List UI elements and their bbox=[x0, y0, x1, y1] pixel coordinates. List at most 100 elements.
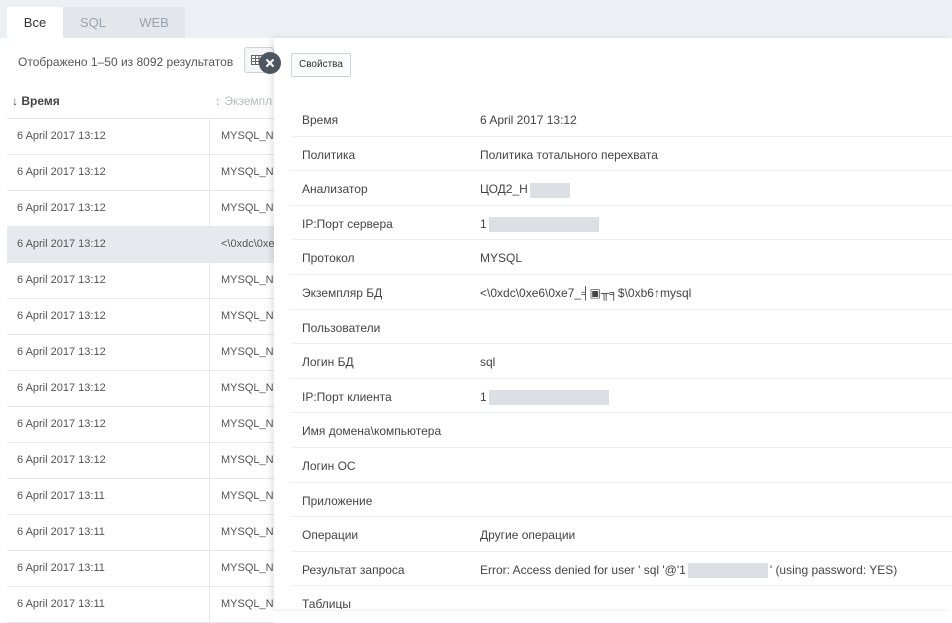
column-divider bbox=[209, 443, 210, 478]
table-row[interactable]: 6 April 2017 13:11 MYSQL_N bbox=[7, 479, 274, 515]
column-divider bbox=[209, 335, 210, 370]
property-value-text: Другие операции bbox=[480, 528, 576, 543]
property-value: 6 April 2017 13:12 bbox=[480, 113, 577, 127]
property-value: sql bbox=[480, 355, 495, 369]
property-key: Экземпляр БД bbox=[302, 285, 383, 300]
tab-sql[interactable]: SQL bbox=[63, 7, 123, 38]
column-header-time-label: Время bbox=[21, 94, 60, 108]
row-time: 6 April 2017 13:12 bbox=[17, 238, 106, 250]
close-icon bbox=[266, 59, 274, 67]
column-divider bbox=[209, 155, 210, 190]
column-divider bbox=[209, 299, 210, 334]
row-instance: MYSQL_N bbox=[221, 130, 274, 142]
sort-down-arrow-icon: ↓ bbox=[12, 94, 18, 108]
column-divider bbox=[209, 479, 210, 514]
redacted-block bbox=[687, 563, 768, 579]
row-time: 6 April 2017 13:12 bbox=[17, 166, 106, 178]
row-time: 6 April 2017 13:12 bbox=[17, 310, 106, 322]
property-row: Операции Другие операции bbox=[291, 517, 952, 552]
property-value: Error: Access denied for user ' sql '@'1… bbox=[480, 562, 897, 579]
property-row: Приложение bbox=[291, 483, 952, 518]
property-row: Имя домена\компьютера bbox=[291, 413, 952, 448]
column-divider bbox=[209, 191, 210, 226]
property-value-text: MYSQL bbox=[480, 251, 523, 266]
tab-web[interactable]: WEB bbox=[123, 7, 185, 38]
property-key: Операции bbox=[302, 528, 359, 543]
table-row[interactable]: 6 April 2017 13:12 MYSQL_N bbox=[7, 263, 274, 299]
column-divider bbox=[209, 227, 210, 262]
row-instance: MYSQL_N bbox=[221, 562, 274, 574]
column-header-instance-label: Экземпл bbox=[224, 94, 273, 108]
property-row: Время 6 April 2017 13:12 bbox=[291, 102, 952, 137]
table-row[interactable]: 6 April 2017 13:12 MYSQL_N bbox=[7, 443, 274, 479]
sort-icon: ↕ bbox=[215, 94, 221, 108]
row-time: 6 April 2017 13:11 bbox=[17, 526, 105, 538]
column-divider bbox=[209, 263, 210, 298]
property-row: Протокол MYSQL bbox=[291, 240, 952, 275]
column-header-instance[interactable]: ↕ Экземпл bbox=[215, 94, 275, 108]
property-key: IP:Порт клиента bbox=[302, 389, 392, 404]
property-key: Логин ОС bbox=[302, 458, 356, 473]
column-divider bbox=[209, 551, 210, 586]
properties-panel: Свойства Время 6 April 2017 13:12 Политика… bbox=[274, 38, 952, 609]
row-time: 6 April 2017 13:12 bbox=[17, 130, 106, 142]
property-value: 1 bbox=[480, 216, 601, 233]
property-row: Политика Политика тотального перехвата bbox=[291, 137, 952, 172]
row-instance: MYSQL_N bbox=[221, 346, 274, 358]
property-value-text: <\0xdc\0xe6\0xe7_╡▣╥╕$\0xb6↑mysql bbox=[480, 285, 692, 300]
property-value-text: Error: Access denied for user ' sql '@'1 bbox=[480, 562, 686, 577]
property-key: IP:Порт сервера bbox=[302, 216, 393, 231]
row-time: 6 April 2017 13:12 bbox=[17, 454, 106, 466]
table-row[interactable]: 6 April 2017 13:12 MYSQL_N bbox=[7, 407, 274, 443]
column-divider bbox=[209, 371, 210, 406]
list-header: ↓ Время ↕ Экземпл bbox=[7, 83, 274, 119]
property-key: Пользователи bbox=[302, 320, 381, 335]
property-row: Таблицы bbox=[291, 586, 952, 609]
redacted-block bbox=[488, 217, 599, 233]
property-value: Другие операции bbox=[480, 528, 575, 542]
tab-all[interactable]: Все bbox=[7, 7, 63, 38]
property-value-text: sql bbox=[480, 355, 496, 370]
property-row: Анализатор ЦОД2_Н bbox=[291, 171, 952, 206]
property-row: Результат запроса Error: Access denied fo… bbox=[291, 552, 952, 587]
properties-list: Время 6 April 2017 13:12 Политика Политика … bbox=[291, 102, 952, 609]
table-row[interactable]: 6 April 2017 13:11 MYSQL_N bbox=[7, 587, 274, 623]
property-row: Логин ОС bbox=[291, 448, 952, 483]
row-instance: MYSQL_N bbox=[221, 598, 274, 610]
table-row[interactable]: 6 April 2017 13:12 MYSQL_N bbox=[7, 155, 274, 191]
property-row: IP:Порт сервера 1 bbox=[291, 206, 952, 241]
property-row: IP:Порт клиента 1 bbox=[291, 379, 952, 414]
column-header-time[interactable]: ↓ Время bbox=[12, 94, 60, 108]
property-key: Время bbox=[302, 113, 339, 127]
results-count: Отображено 1–50 из 8092 результатов bbox=[18, 55, 234, 69]
property-value-text: Политика тотального перехвата bbox=[480, 147, 658, 162]
row-time: 6 April 2017 13:12 bbox=[17, 382, 106, 394]
property-key: Протокол bbox=[302, 251, 355, 266]
tab-bar: Все SQL WEB bbox=[0, 0, 952, 38]
property-value-text: 1 bbox=[480, 216, 487, 231]
column-divider bbox=[209, 515, 210, 550]
row-time: 6 April 2017 13:12 bbox=[17, 418, 106, 430]
row-instance: MYSQL_N bbox=[221, 382, 274, 394]
properties-tab[interactable]: Свойства bbox=[291, 53, 351, 77]
table-row[interactable]: 6 April 2017 13:12 MYSQL_N bbox=[7, 119, 274, 155]
table-row[interactable]: 6 April 2017 13:12 MYSQL_N bbox=[7, 335, 274, 371]
column-divider bbox=[209, 407, 210, 442]
column-divider bbox=[209, 119, 210, 154]
results-list: 6 April 2017 13:12 MYSQL_N 6 April 2017 13… bbox=[7, 119, 275, 623]
table-row[interactable]: 6 April 2017 13:11 MYSQL_N bbox=[7, 551, 274, 587]
table-row[interactable]: 6 April 2017 13:12 MYSQL_N bbox=[7, 371, 274, 407]
property-row: Экземпляр БД <\0xdc\0xe6\0xe7_╡▣╥╕$\0xb6↑… bbox=[291, 275, 952, 310]
table-row[interactable]: 6 April 2017 13:12 MYSQL_N bbox=[7, 299, 274, 335]
property-value: ЦОД2_Н bbox=[480, 182, 572, 198]
table-row[interactable]: 6 April 2017 13:12 <\0xdc\0xe bbox=[7, 227, 275, 263]
row-instance: <\0xdc\0xe bbox=[221, 238, 275, 250]
row-instance: MYSQL_N bbox=[221, 166, 274, 178]
property-key: Логин БД bbox=[302, 355, 354, 370]
row-time: 6 April 2017 13:11 bbox=[17, 490, 105, 502]
row-instance: MYSQL_N bbox=[221, 310, 274, 322]
property-key: Таблицы bbox=[302, 597, 352, 609]
table-row[interactable]: 6 April 2017 13:11 MYSQL_N bbox=[7, 515, 274, 551]
table-row[interactable]: 6 April 2017 13:12 MYSQL_N bbox=[7, 191, 274, 227]
close-panel-button[interactable] bbox=[259, 52, 281, 74]
